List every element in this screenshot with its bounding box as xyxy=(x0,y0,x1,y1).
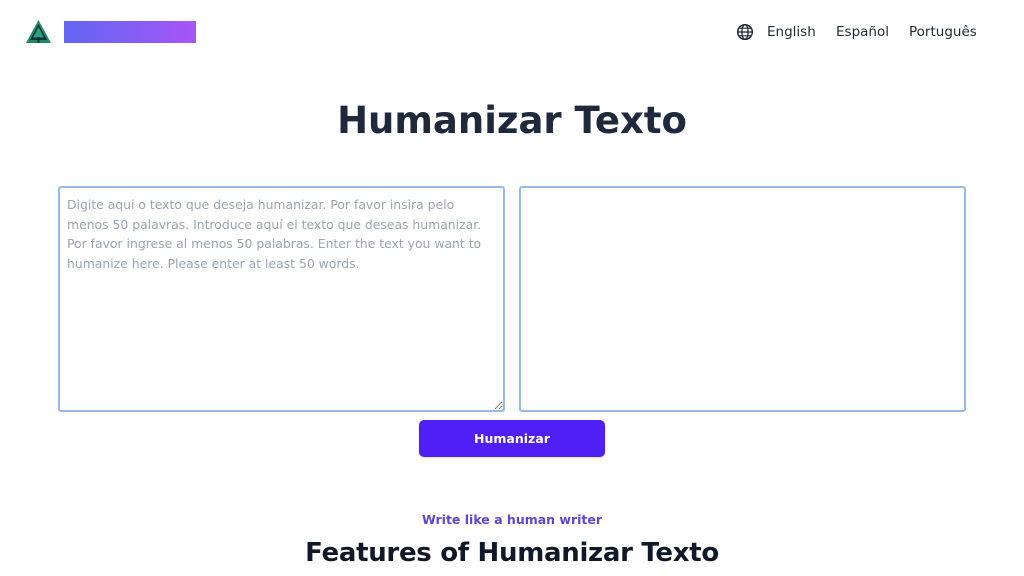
humanize-button[interactable]: Humanizar xyxy=(419,420,605,457)
language-link-english[interactable]: English xyxy=(767,24,816,40)
features-eyebrow: Write like a human writer xyxy=(421,512,603,527)
output-text-area[interactable] xyxy=(519,186,966,412)
site-header: English Español Português xyxy=(0,0,1024,64)
tree-logo-icon[interactable] xyxy=(25,19,52,45)
brand-logo-banner[interactable] xyxy=(64,21,196,43)
language-link-portugues[interactable]: Português xyxy=(909,24,977,40)
features-title: Features of Humanizar Texto xyxy=(305,538,719,568)
page-title: Humanizar Texto xyxy=(337,99,687,142)
input-text-area[interactable] xyxy=(58,186,505,412)
globe-icon xyxy=(736,23,754,41)
language-link-espanol[interactable]: Español xyxy=(836,24,889,40)
